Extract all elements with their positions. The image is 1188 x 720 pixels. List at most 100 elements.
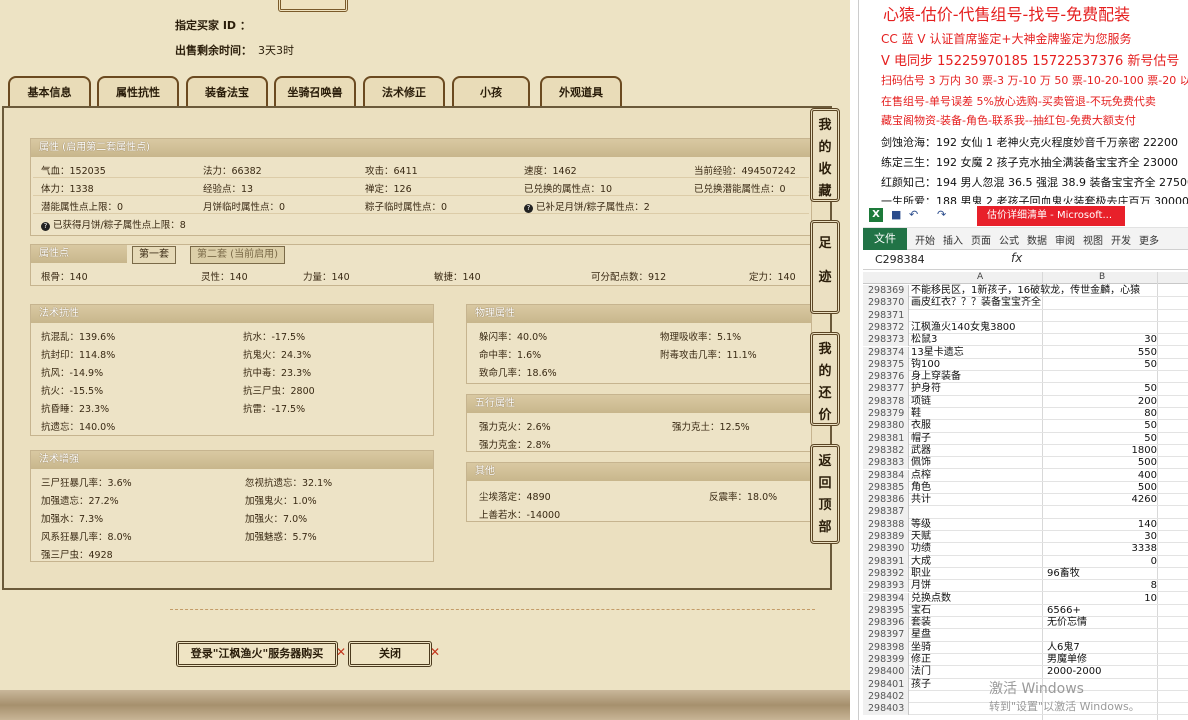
row-number[interactable]: 298370 [863,297,909,310]
cell-b[interactable]: 50 [1047,359,1157,371]
cell-a[interactable]: 松鼠3 [911,334,937,346]
close-button[interactable]: 关闭 [348,641,432,667]
tab-equipment[interactable]: 装备法宝 [186,76,268,108]
cell-b[interactable]: 6566+ [1047,605,1081,617]
table-row[interactable]: 298369 不能移民区，1新孩子，16破软龙，传世金麟，心猿 [863,285,1188,298]
row-number[interactable]: 298375 [863,358,909,372]
row-number[interactable]: 298381 [863,432,909,445]
ribbon-more-tab[interactable]: 更多 [1139,232,1159,247]
ribbon-insert-tab[interactable]: 插入 [943,232,963,247]
row-number[interactable]: 298392 [863,567,909,581]
cell-b[interactable]: 80 [1047,408,1157,420]
cell-b[interactable]: 人6鬼7 [1047,642,1080,654]
save-icon[interactable]: ■ [891,208,901,221]
ribbon-dev-tab[interactable]: 开发 [1111,232,1131,247]
cell-a[interactable]: 兑换点数 [911,593,951,605]
row-number[interactable]: 298395 [863,604,909,618]
row-number[interactable]: 298369 [863,285,909,298]
cell-a[interactable]: 修正 [911,654,931,666]
table-row[interactable]: 298377 护身符 50 [863,383,1188,396]
fx-icon[interactable]: fx [1011,251,1022,265]
ribbon-data-tab[interactable]: 数据 [1027,232,1047,247]
table-row[interactable]: 298370 画皮红衣？？？装备宝宝齐全 [863,297,1188,310]
row-number[interactable]: 298374 [863,346,909,359]
row-number[interactable]: 298371 [863,309,909,322]
table-row[interactable]: 298384 点榨 400 [863,469,1188,482]
cell-a[interactable]: 项链 [911,396,931,408]
cell-b[interactable]: 140 [1047,519,1157,531]
cell-a[interactable]: 鞋 [911,408,921,420]
table-row[interactable]: 298382 武器 1800 [863,444,1188,458]
cell-a[interactable]: 坐骑 [911,642,931,654]
cell-b[interactable]: 30 [1047,531,1157,543]
back-to-top-button[interactable]: 返回顶部 [810,444,840,544]
cell-a[interactable]: 点榨 [911,470,931,482]
row-number[interactable]: 298379 [863,408,909,421]
row-number[interactable]: 298397 [863,629,909,642]
tab-first-set[interactable]: 第一套 [132,246,176,264]
row-number[interactable]: 298399 [863,654,909,667]
table-row[interactable]: 298385 角色 500 [863,481,1188,495]
row-number[interactable]: 298383 [863,457,909,470]
cell-b[interactable]: 500 [1047,482,1157,494]
help-icon[interactable]: ? [524,204,533,213]
tab-appearance[interactable]: 外观道具 [540,76,622,108]
cell-a[interactable]: 画皮红衣？？？装备宝宝齐全 [911,297,1041,309]
row-number[interactable]: 298398 [863,641,909,654]
row-number[interactable]: 298372 [863,321,909,335]
table-row[interactable]: 298374 13星卡遗忘 550 [863,346,1188,359]
cell-a[interactable]: 功绩 [911,543,931,555]
row-number[interactable]: 298384 [863,469,909,482]
cell-a[interactable]: 钩100 [911,359,940,371]
footprints-button[interactable]: 足迹 [810,220,840,314]
cell-a[interactable]: 天赋 [911,531,931,543]
table-row[interactable]: 298396 套装 无价忘情 [863,617,1188,630]
login-buy-button[interactable]: 登录"江枫渔火"服务器购买 [176,641,338,667]
column-header-b[interactable]: B [1099,272,1105,282]
cell-a[interactable]: 江枫渔火140女鬼3800 [911,322,1016,334]
table-row[interactable]: 298373 松鼠3 30 [863,334,1188,347]
ribbon-formula-tab[interactable]: 公式 [999,232,1019,247]
table-row[interactable]: 298378 项链 200 [863,395,1188,408]
table-row[interactable]: 298379 鞋 80 [863,408,1188,421]
redo-icon[interactable]: ↷ [937,208,946,221]
cell-b[interactable]: 200 [1047,396,1157,408]
cell-b[interactable]: 3338 [1047,543,1157,555]
table-row[interactable]: 298380 衣服 50 [863,420,1188,433]
ribbon-view-tab[interactable]: 视图 [1083,232,1103,247]
cell-b[interactable]: 0 [1047,556,1157,568]
cell-b[interactable]: 30 [1047,334,1157,346]
row-number[interactable]: 298391 [863,555,909,568]
table-row[interactable]: 298395 宝石 6566+ [863,604,1188,618]
help-icon[interactable]: ? [41,222,50,231]
row-number[interactable]: 298378 [863,395,909,408]
cell-a[interactable]: 共计 [911,494,931,506]
cell-b[interactable]: 550 [1047,347,1157,359]
tab-mounts-pets[interactable]: 坐骑召唤兽 [274,76,356,108]
cell-a[interactable]: 套装 [911,617,931,629]
row-number[interactable]: 298382 [863,444,909,458]
table-row[interactable]: 298394 兑换点数 10 [863,592,1188,605]
row-number[interactable]: 298388 [863,518,909,531]
cell-a[interactable]: 职业 [911,568,931,580]
tab-child[interactable]: 小孩 [452,76,530,108]
cell-a[interactable]: 大成 [911,556,931,568]
top-action-button[interactable] [278,0,348,12]
row-number[interactable]: 298402 [863,690,909,704]
table-row[interactable]: 298383 佩饰 500 [863,457,1188,470]
row-number[interactable]: 298377 [863,383,909,396]
cell-a[interactable]: 身上穿装备 [911,371,961,383]
cell-a[interactable]: 等级 [911,519,931,531]
row-number[interactable]: 298393 [863,580,909,593]
table-row[interactable]: 298400 法门 2000-2000 [863,666,1188,679]
cell-a[interactable]: 角色 [911,482,931,494]
cell-a[interactable]: 帽子 [911,433,931,445]
cell-a[interactable]: 13星卡遗忘 [911,347,964,359]
ribbon-review-tab[interactable]: 审阅 [1055,232,1075,247]
cell-b[interactable]: 8 [1047,580,1157,592]
cell-a[interactable]: 护身符 [911,383,941,395]
row-number[interactable]: 298390 [863,543,909,556]
cell-a[interactable]: 星盘 [911,629,931,641]
tab-second-set[interactable]: 第二套 (当前启用) [190,246,285,264]
ribbon-file-tab[interactable]: 文件 [863,228,907,250]
